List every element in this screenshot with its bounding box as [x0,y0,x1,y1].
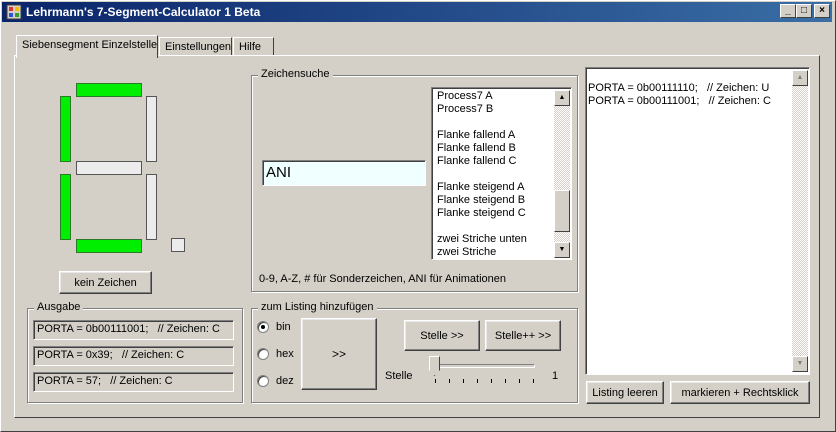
radio-bin[interactable]: bin [257,320,297,336]
app-icon [6,4,22,20]
list-scroll-thumb[interactable] [554,190,570,232]
listing-leeren-button[interactable]: Listing leeren [586,381,664,404]
slider-tick [505,379,506,383]
tab-page: kein Zeichen Ausgabe PORTA = 0b00111001;… [14,55,820,418]
segment-d[interactable] [76,239,142,253]
search-hint: 0-9, A-Z, # für Sonderzeichen, ANI für A… [259,273,507,285]
radio-dez-label: dez [276,375,294,387]
listing-add-label: zum Listing hinzufügen [258,301,377,313]
segment-dp[interactable] [171,238,185,252]
listing-scrollbar[interactable]: ▲ ▼ [792,70,808,372]
listing-line: PORTA = 0b00111001; // Zeichen: C [588,95,771,107]
segment-g[interactable] [76,161,142,175]
slider-value: 1 [552,370,559,382]
close-button[interactable]: × [814,4,830,18]
stelle-slider[interactable] [429,356,539,386]
list-scrollbar[interactable]: ▲ ▼ [554,90,570,258]
slider-tick [519,379,520,383]
tab-siebensegment[interactable]: Siebensegment Einzelstelle [16,35,158,58]
listing-lines: PORTA = 0b00111110; // Zeichen: U PORTA =… [588,82,788,108]
radio-hex-circle[interactable] [257,348,269,360]
radio-dez[interactable]: dez [257,374,297,390]
segment-c[interactable] [146,174,157,240]
window-title: Lehrmann's 7-Segment-Calculator 1 Beta [26,5,261,19]
list-item[interactable]: Flanke fallend A [434,129,554,142]
output-dez[interactable]: PORTA = 57; // Zeichen: C [33,372,234,392]
tab-einstellungen[interactable]: Einstellungen [159,37,232,57]
add-to-listing-button[interactable]: >> [301,318,377,390]
radio-hex-label: hex [276,348,294,360]
slider-tick [491,379,492,383]
list-item[interactable] [434,220,554,233]
slider-thumb[interactable] [429,356,440,376]
listing-textarea[interactable]: PORTA = 0b00111110; // Zeichen: U PORTA =… [585,67,810,375]
list-item[interactable]: Flanke fallend C [434,155,554,168]
radio-bin-circle[interactable] [257,321,269,333]
list-scroll-down-button[interactable]: ▼ [554,242,570,258]
zeichensuche-label: Zeichensuche [258,68,333,80]
slider-track [433,364,535,368]
radio-hex[interactable]: hex [257,347,297,363]
character-list: Process7 A Process7 B Flanke fallend A Flan… [434,90,554,259]
output-hex[interactable]: PORTA = 0x39; // Zeichen: C [33,346,234,366]
kein-zeichen-button[interactable]: kein Zeichen [59,271,152,294]
segment-e[interactable] [60,174,71,240]
segment-f[interactable] [60,96,71,162]
stelle-button[interactable]: Stelle >> [404,320,480,351]
minimize-button[interactable]: _ [780,4,796,18]
listing-scroll-up-button[interactable]: ▲ [792,70,808,86]
slider-tick [533,379,534,383]
list-item[interactable]: zwei Striche [434,246,554,259]
segment-a[interactable] [76,83,142,97]
slider-tick [435,379,436,383]
tab-hilfe[interactable]: Hilfe [233,37,274,57]
character-listbox[interactable]: Process7 A Process7 B Flanke fallend A Flan… [431,87,572,260]
radio-bin-label: bin [276,321,291,333]
listing-scroll-down-button[interactable]: ▼ [792,356,808,372]
slider-tick [463,379,464,383]
list-item[interactable] [434,116,554,129]
slider-tick [449,379,450,383]
maximize-button[interactable]: □ [796,4,812,18]
markieren-button[interactable]: markieren + Rechtsklick [670,381,810,404]
list-scroll-up-button[interactable]: ▲ [554,90,570,106]
slider-label: Stelle [385,370,413,382]
stelle-plus-button[interactable]: Stelle++ >> [485,320,561,351]
radio-dez-circle[interactable] [257,375,269,387]
list-item[interactable]: Process7 B [434,103,554,116]
title-bar[interactable]: Lehrmann's 7-Segment-Calculator 1 Beta _… [2,2,832,22]
listing-line: PORTA = 0b00111110; // Zeichen: U [588,82,770,94]
segment-b[interactable] [146,96,157,162]
list-item[interactable]: Flanke steigend C [434,207,554,220]
list-item[interactable]: Flanke steigend A [434,181,554,194]
list-item[interactable]: zwei Striche unten [434,233,554,246]
output-bin[interactable]: PORTA = 0b00111001; // Zeichen: C [33,320,234,340]
list-item[interactable] [434,168,554,181]
list-item[interactable]: Flanke fallend B [434,142,554,155]
search-input[interactable]: ANI [262,160,426,186]
ausgabe-label: Ausgabe [34,301,84,313]
radio-bin-dot [261,325,265,329]
list-item[interactable]: Process7 A [434,90,554,103]
slider-tick [477,379,478,383]
list-item[interactable]: Flanke steigend B [434,194,554,207]
